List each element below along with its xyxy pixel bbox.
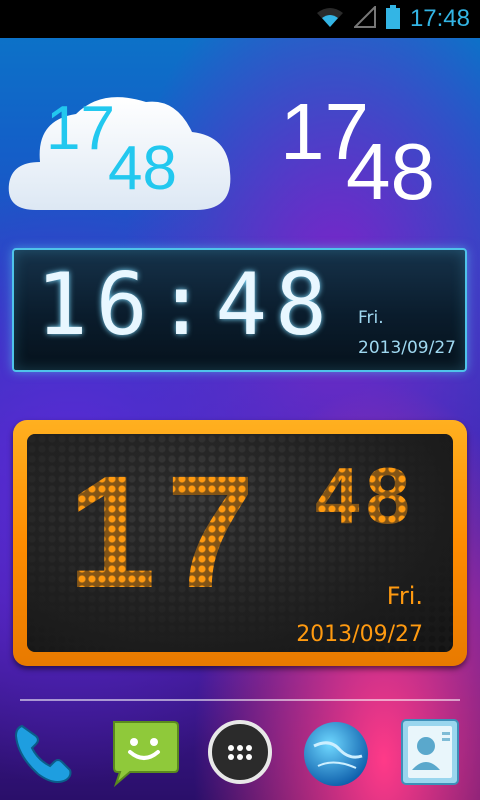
messaging-icon[interactable] [108, 716, 180, 788]
orange-clock-minutes: 48 [315, 451, 416, 540]
white-clock-minutes: 48 [346, 127, 435, 216]
signal-icon [352, 4, 376, 32]
wifi-icon [316, 6, 344, 32]
cloud-clock-hours: 17 [46, 94, 115, 163]
orange-clock-hours: 17 [67, 442, 265, 621]
lcd-clock-date: 2013/09/27 [358, 338, 456, 358]
orange-clock-day: Fri. [386, 582, 423, 610]
orange-clock-date: 2013/09/27 [296, 622, 423, 647]
white-clock-widget[interactable]: 17 48 [280, 88, 460, 218]
phone-icon[interactable] [8, 716, 80, 788]
dock-divider [20, 699, 460, 701]
lcd-clock-day: Fri. [358, 308, 384, 328]
lcd-clock-time: 16:48 [36, 255, 335, 355]
battery-icon [385, 5, 400, 33]
status-time: 17:48 [409, 5, 470, 32]
orange-clock-widget[interactable]: 17 48 Fri. 2013/09/27 [13, 420, 467, 666]
contacts-icon[interactable] [396, 716, 468, 788]
dock [0, 712, 480, 796]
browser-icon[interactable] [300, 716, 372, 788]
cloud-clock-widget[interactable]: 17 48 [6, 92, 236, 218]
lcd-clock-widget[interactable]: 16:48 Fri. 2013/09/27 [12, 248, 467, 372]
app-drawer-icon[interactable] [204, 716, 276, 788]
cloud-clock-minutes: 48 [108, 134, 177, 203]
orange-clock-screen: 17 48 Fri. 2013/09/27 [27, 434, 453, 652]
status-bar: 17:48 [0, 0, 480, 38]
